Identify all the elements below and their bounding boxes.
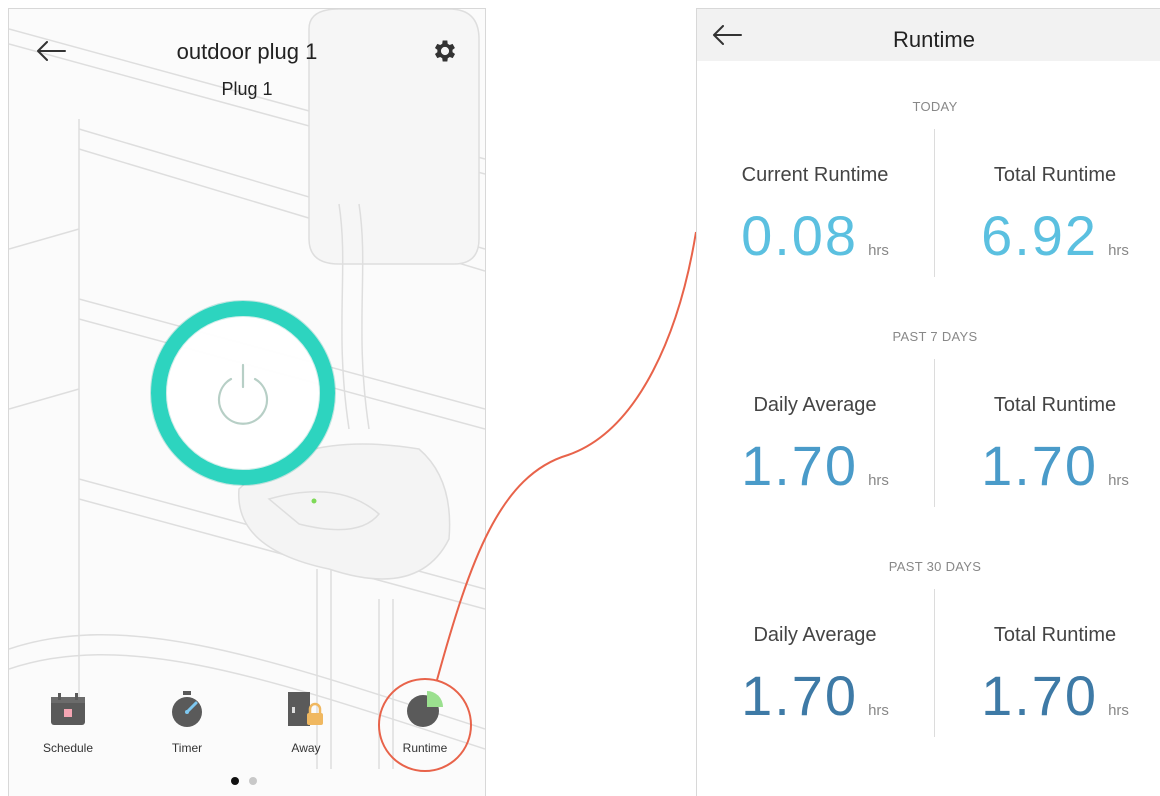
callout-connector-line [436, 231, 697, 681]
stat-divider [934, 589, 935, 737]
stat-unit: hrs [868, 242, 889, 259]
stat-value: 1.70 hrs [700, 663, 930, 728]
section-title-past-7-days: PAST 7 DAYS [892, 329, 978, 344]
stat-value: 1.70 hrs [940, 663, 1160, 728]
stat-unit: hrs [1108, 242, 1129, 259]
runtime-highlight-circle [378, 678, 472, 772]
stat-label: Current Runtime [741, 164, 889, 186]
section-title-today: TODAY [912, 99, 958, 114]
stat-number: 6.92 [981, 204, 1099, 267]
runtime-header: Runtime [697, 9, 1160, 61]
stat-unit: hrs [1108, 702, 1129, 719]
stat-label: Total Runtime [993, 394, 1117, 416]
runtime-screen: Runtime TODAY Current Runtime 0.08 hrs To… [696, 8, 1160, 796]
section-title-past-30-days: PAST 30 DAYS [888, 559, 982, 574]
stat-unit: hrs [1108, 472, 1129, 489]
stat-unit: hrs [868, 472, 889, 489]
stat-number: 1.70 [741, 664, 859, 727]
stat-number: 1.70 [741, 434, 859, 497]
stat-divider [934, 359, 935, 507]
stat-value: 0.08 hrs [700, 203, 930, 268]
stat-label: Daily Average [753, 394, 877, 416]
stat-label: Total Runtime [993, 624, 1117, 646]
stat-value: 6.92 hrs [940, 203, 1160, 268]
stat-number: 1.70 [981, 664, 1099, 727]
stat-value: 1.70 hrs [700, 433, 930, 498]
stat-divider [934, 129, 935, 277]
runtime-title: Runtime [893, 27, 975, 52]
stat-unit: hrs [868, 702, 889, 719]
stat-label: Total Runtime [993, 164, 1117, 186]
stat-number: 0.08 [741, 204, 859, 267]
stat-label: Daily Average [753, 624, 877, 646]
stat-value: 1.70 hrs [940, 433, 1160, 498]
stat-number: 1.70 [981, 434, 1099, 497]
